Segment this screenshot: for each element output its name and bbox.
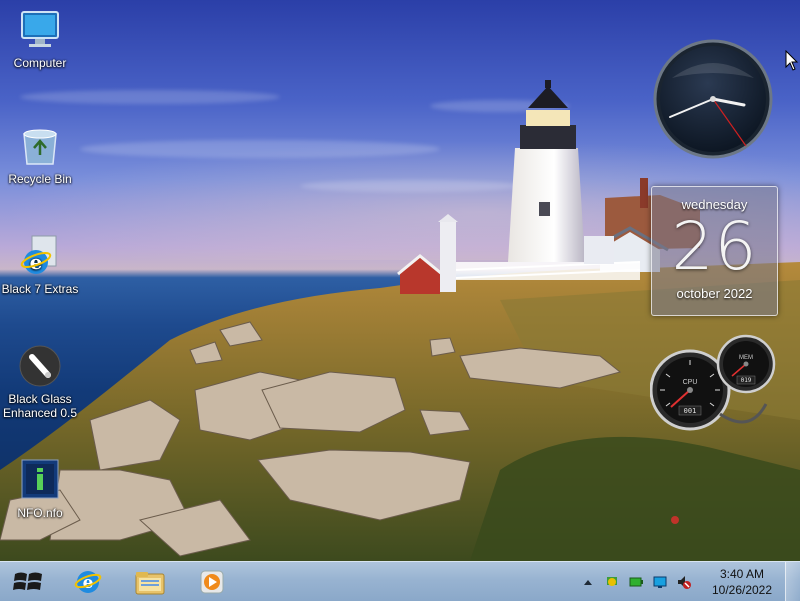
desktop-icon-black-7-extras[interactable]: e Black 7 Extras bbox=[1, 234, 79, 296]
show-desktop-button[interactable] bbox=[785, 562, 800, 601]
calendar-month-year: october 2022 bbox=[676, 286, 753, 301]
desktop-icon-label: Recycle Bin bbox=[8, 172, 72, 186]
taskbar-internet-explorer-button[interactable]: e bbox=[62, 562, 114, 601]
cpu-meter-gadget[interactable]: CPU 001 MEM 019 bbox=[649, 334, 778, 434]
cpu-meter-label: CPU bbox=[683, 379, 698, 386]
start-button[interactable] bbox=[0, 562, 56, 601]
recycle-bin-icon bbox=[18, 124, 62, 168]
display-icon[interactable] bbox=[652, 574, 668, 590]
media-player-icon bbox=[200, 570, 224, 593]
internet-explorer-icon: e bbox=[18, 234, 62, 278]
desktop-icon-label: NFO.nfo bbox=[17, 506, 63, 520]
taskbar-clock-date: 10/26/2022 bbox=[711, 583, 773, 597]
desktop-icon-label: Computer bbox=[13, 56, 67, 70]
brush-icon bbox=[18, 344, 62, 388]
desktop-icon-recycle-bin[interactable]: Recycle Bin bbox=[1, 124, 79, 186]
nfo-file-icon bbox=[18, 458, 62, 502]
calendar-day-number: 26 bbox=[671, 208, 758, 285]
volume-icon[interactable] bbox=[676, 574, 692, 590]
desktop-background[interactable]: Computer Recycle Bin e Black 7 Extras Bl… bbox=[0, 0, 800, 561]
taskbar-clock-time: 3:40 AM bbox=[719, 567, 765, 581]
show-hidden-icons-arrow-icon[interactable] bbox=[580, 574, 596, 590]
desktop-icon-label: Black 7 Extras bbox=[1, 282, 79, 296]
cpu-meter-value: 001 bbox=[684, 407, 697, 415]
mouse-cursor-icon bbox=[785, 50, 799, 71]
notification-area bbox=[580, 562, 692, 601]
battery-icon[interactable] bbox=[628, 574, 644, 590]
taskbar-clock[interactable]: 3:40 AM 10/26/2022 bbox=[706, 566, 778, 598]
taskbar-media-player-button[interactable] bbox=[186, 562, 238, 601]
taskbar-file-explorer-button[interactable] bbox=[124, 562, 176, 601]
internet-explorer-icon: e bbox=[74, 570, 102, 593]
network-icon[interactable] bbox=[604, 574, 620, 590]
file-explorer-icon bbox=[135, 571, 165, 594]
taskbar: e 3:40 AM 10/26/2022 bbox=[0, 561, 800, 601]
cpu-meter-dials: CPU 001 MEM 019 bbox=[649, 334, 776, 431]
calendar-gadget[interactable]: wednesday 26 october 2022 bbox=[651, 186, 778, 316]
desktop-icon-black-glass-enhanced[interactable]: Black Glass Enhanced 0.5 bbox=[1, 344, 79, 420]
desktop-icon-computer[interactable]: Computer bbox=[1, 8, 79, 70]
analog-clock-face bbox=[653, 39, 773, 159]
computer-icon bbox=[18, 8, 62, 52]
desktop-icon-nfo-file[interactable]: NFO.nfo bbox=[1, 458, 79, 520]
desktop-icon-label: Black Glass Enhanced 0.5 bbox=[2, 392, 78, 420]
clock-gadget[interactable] bbox=[652, 38, 774, 160]
windows-logo-icon bbox=[13, 572, 42, 590]
mem-meter-label: MEM bbox=[739, 355, 753, 361]
mem-meter-value: 019 bbox=[741, 377, 752, 384]
